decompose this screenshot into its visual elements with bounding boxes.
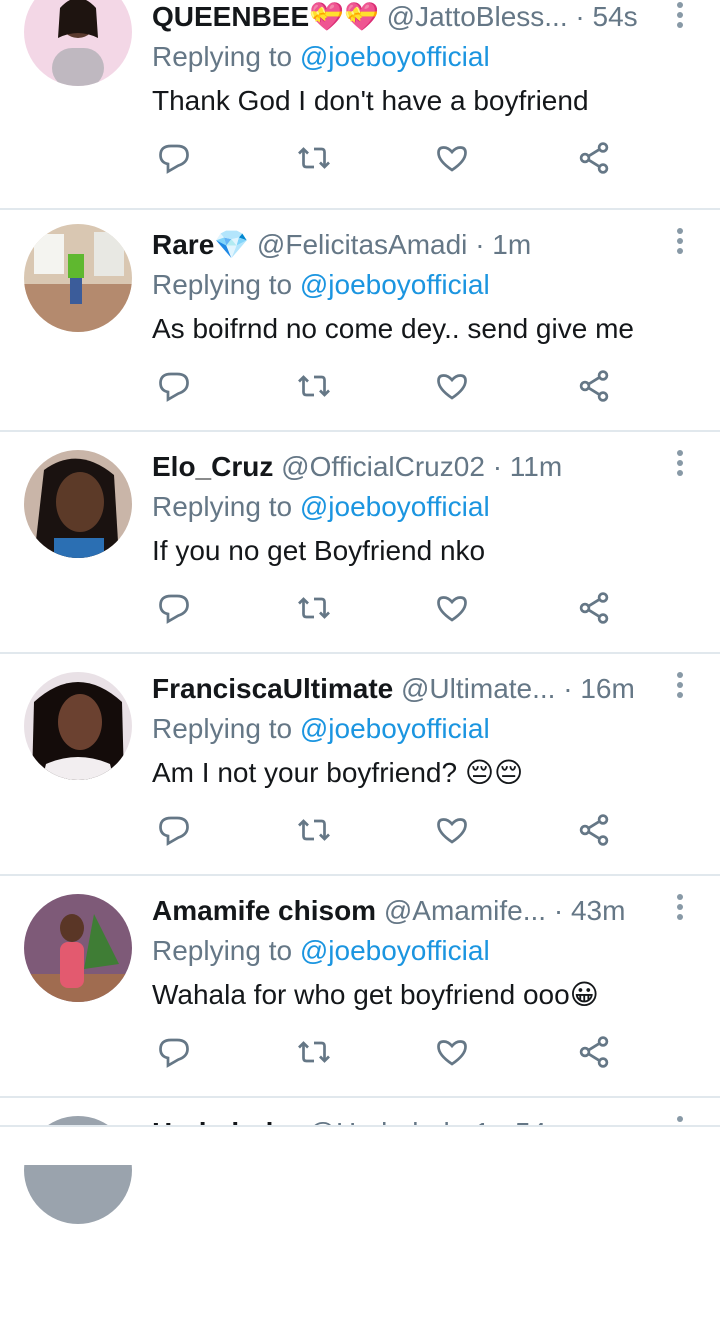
user-handle[interactable]: @FelicitasAmadi (257, 229, 467, 260)
display-name[interactable]: QUEENBEE (152, 1, 309, 32)
mention-link[interactable]: @joeboyofficial (300, 935, 490, 966)
tweet-text: Wahala for who get boyfriend ooo😀 (152, 979, 599, 1010)
more-vertical-icon[interactable] (670, 226, 690, 256)
timestamp: · 11m (492, 451, 563, 482)
heart-gift-emoji: 💝💝 (309, 1, 379, 32)
user-handle[interactable]: @Amamife... (384, 895, 546, 926)
avatar[interactable] (24, 0, 132, 86)
share-icon[interactable] (576, 368, 616, 408)
display-name[interactable]: Rare (152, 229, 214, 260)
reply-icon[interactable] (156, 1034, 196, 1074)
replying-to: Replying to @joeboyofficial (152, 40, 490, 74)
display-name[interactable]: Elo_Cruz (152, 451, 273, 482)
retweet-icon[interactable] (296, 812, 336, 852)
tweet-text: Am I not your boyfriend? 😔😔 (152, 757, 524, 788)
display-name[interactable]: FranciscaUltimate (152, 673, 393, 704)
like-icon[interactable] (434, 590, 474, 630)
action-bar (152, 140, 632, 180)
reply-icon[interactable] (156, 140, 196, 180)
avatar[interactable] (24, 672, 132, 780)
share-icon[interactable] (576, 1034, 616, 1074)
timestamp: · 43m (553, 895, 626, 926)
tweet-header: Amamife chisom @Amamife... · 43m (152, 894, 662, 928)
retweet-icon[interactable] (296, 1034, 336, 1074)
tweet[interactable]: Elo_Cruz @OfficialCruz02 · 11m Replying … (0, 432, 720, 654)
reply-icon[interactable] (156, 590, 196, 630)
mention-link[interactable]: @joeboyofficial (300, 713, 490, 744)
display-name[interactable]: Amamife chisom (152, 895, 376, 926)
replying-label: Replying to (152, 41, 293, 72)
more-vertical-icon[interactable] (670, 448, 690, 478)
user-handle[interactable]: @OfficialCruz02 (281, 451, 485, 482)
more-vertical-icon[interactable] (670, 670, 690, 700)
tweet[interactable]: Rare💎 @FelicitasAmadi · 1m Replying to @… (0, 210, 720, 432)
action-bar (152, 1034, 632, 1074)
tweet-header: QUEENBEE💝💝 @JattoBless... · 54s (152, 0, 662, 34)
action-bar (152, 590, 632, 630)
timestamp: · 54s (575, 1, 638, 32)
tweet-text: Thank God I don't have a boyfriend (152, 85, 589, 116)
replying-to: Replying to @joeboyofficial (152, 490, 490, 524)
avatar[interactable] (24, 894, 132, 1002)
like-icon[interactable] (434, 368, 474, 408)
action-bar (152, 368, 632, 408)
tweet-header: Rare💎 @FelicitasAmadi · 1m (152, 228, 662, 262)
more-vertical-icon[interactable] (670, 892, 690, 922)
replying-label: Replying to (152, 269, 293, 300)
tweet-text: As boifrnd no come dey.. send give me (152, 313, 634, 344)
action-bar (152, 812, 632, 852)
like-icon[interactable] (434, 140, 474, 180)
reply-icon[interactable] (156, 368, 196, 408)
replying-label: Replying to (152, 935, 293, 966)
avatar[interactable] (24, 224, 132, 332)
tweet-text: If you no get Boyfriend nko (152, 535, 486, 566)
bottom-bar (0, 1125, 720, 1165)
retweet-icon[interactable] (296, 140, 336, 180)
gem-emoji: 💎 (214, 229, 250, 260)
share-icon[interactable] (576, 140, 616, 180)
tweet[interactable]: FranciscaUltimate @Ultimate... · 16m Rep… (0, 654, 720, 876)
like-icon[interactable] (434, 1034, 474, 1074)
retweet-icon[interactable] (296, 368, 336, 408)
replying-to: Replying to @joeboyofficial (152, 712, 490, 746)
tweet[interactable]: QUEENBEE💝💝 @JattoBless... · 54s Replying… (0, 0, 720, 210)
mention-link[interactable]: @joeboyofficial (300, 491, 490, 522)
replying-label: Replying to (152, 713, 293, 744)
reply-icon[interactable] (156, 812, 196, 852)
avatar[interactable] (24, 450, 132, 558)
user-handle[interactable]: @Ultimate... (401, 673, 555, 704)
like-icon[interactable] (434, 812, 474, 852)
replying-label: Replying to (152, 491, 293, 522)
share-icon[interactable] (576, 590, 616, 630)
replying-to: Replying to @joeboyofficial (152, 268, 490, 302)
mention-link[interactable]: @joeboyofficial (300, 41, 490, 72)
user-handle[interactable]: @JattoBless... (387, 1, 568, 32)
replying-to: Replying to @joeboyofficial (152, 934, 490, 968)
share-icon[interactable] (576, 812, 616, 852)
tweet-header: Elo_Cruz @OfficialCruz02 · 11m (152, 450, 662, 484)
more-vertical-icon[interactable] (670, 0, 690, 30)
mention-link[interactable]: @joeboyofficial (300, 269, 490, 300)
tweet[interactable]: Amamife chisom @Amamife... · 43m Replyin… (0, 876, 720, 1098)
tweet-header: FranciscaUltimate @Ultimate... · 16m (152, 672, 662, 706)
retweet-icon[interactable] (296, 590, 336, 630)
timestamp: · 16m (563, 673, 635, 704)
timestamp: · 1m (475, 229, 532, 260)
